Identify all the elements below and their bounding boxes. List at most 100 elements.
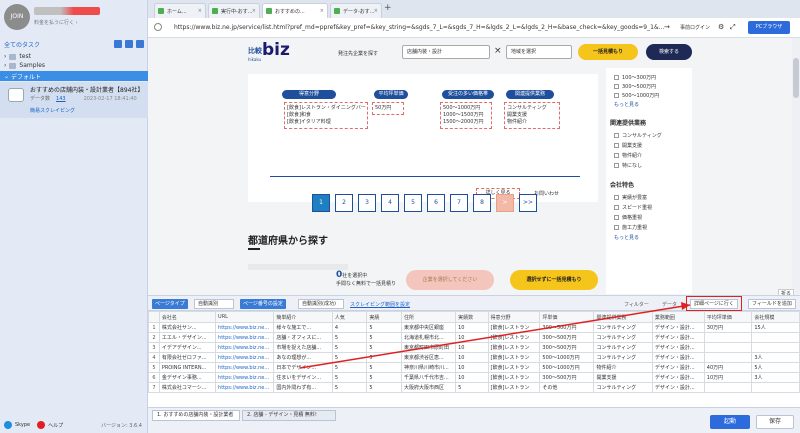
row-number[interactable]: 6 [148,372,160,383]
table-cell[interactable]: [飲食]レストラン [487,352,541,363]
table-cell[interactable]: 5 [366,342,402,353]
table-row[interactable]: 5 PROING INTERN... https://www.biz.ne... 日本… [148,362,800,373]
table-cell[interactable]: 開業支援 [593,372,653,383]
table-cell[interactable]: デザイン・設計... [651,332,705,343]
scrape-range-link[interactable]: スクレイピング範囲を設定 [350,301,410,308]
table-cell[interactable]: PROING INTERN... [158,362,217,373]
table-cell[interactable]: 5 [331,382,368,393]
table-cell[interactable] [703,332,753,343]
table-cell[interactable]: 5 [366,382,402,393]
new-folder-icon[interactable] [125,40,133,48]
table-cell[interactable]: 国内外問わず有... [273,382,333,393]
table-row[interactable]: 4 有限会社ゼロファ... https://www.biz.ne... あなの理想が.… [148,352,800,363]
filter-option[interactable]: 100～300万円 [614,74,656,81]
row-number[interactable]: 3 [148,342,160,353]
page-button[interactable]: 7 [450,194,468,212]
page-button[interactable]: 2 [335,194,353,212]
table-cell[interactable]: 5 [331,332,368,343]
table-cell[interactable]: 千葉県八千代市吉... [400,372,457,383]
table-cell[interactable]: 10 [455,352,489,363]
table-cell[interactable]: [飲食]レストラン [487,382,541,393]
table-cell[interactable]: コンサルティング [593,332,653,343]
table-cell[interactable]: [飲食]レストラン [487,332,541,343]
table-cell[interactable] [703,382,753,393]
table-cell[interactable]: https://www.biz.ne... [215,332,275,343]
tab-home[interactable]: ホーム... × [154,3,206,18]
table-cell[interactable]: 500～1000万円 [539,362,595,373]
close-icon[interactable]: × [320,8,324,14]
site-logo[interactable]: 比較 biz hikaku [248,40,290,62]
table-cell[interactable]: 5 [366,372,402,383]
column-header[interactable]: 平均坪単価 [703,311,753,323]
column-header[interactable]: URL [215,311,275,323]
table-cell[interactable]: 5 [455,382,489,393]
filter-option[interactable]: 500～1000万円 [614,92,659,99]
table-cell[interactable]: 神奈川県川崎市川... [400,362,457,373]
table-cell[interactable]: 株式会社コマーシ... [158,382,217,393]
table-cell[interactable] [703,342,753,353]
column-header[interactable]: 坪単価 [539,311,595,323]
task-tab-2[interactable]: 2. 店舗 - デザイン・見積 無料! [242,410,336,421]
close-icon[interactable]: × [494,46,502,56]
table-cell[interactable]: 物件紹介 [593,362,653,373]
filter-button[interactable]: フィルター [624,301,649,308]
expand-icon[interactable]: ⤢ [730,23,736,32]
table-cell[interactable]: 3人 [751,352,800,363]
task-tab-1[interactable]: 1. おすすめの店舗内装・設計業者 [152,410,240,421]
table-row[interactable]: 7 株式会社コマーシ... https://www.biz.ne... 国内外問わず有… [148,382,800,393]
table-cell[interactable]: https://www.biz.ne... [215,362,275,373]
upgrade-link[interactable]: 料金を払うに行く › [34,19,78,26]
table-cell[interactable]: 大阪府大阪市西区 [400,382,457,393]
column-header[interactable]: 簡単紹介 [273,311,333,323]
table-cell[interactable]: [飲食]レストラン [487,322,541,333]
table-cell[interactable]: 住まいをデザイン... [273,372,333,383]
table-cell[interactable]: 15人 [751,322,800,333]
table-cell[interactable]: 5 [331,342,368,353]
last-page-button[interactable]: >> [519,194,537,212]
all-tasks-title[interactable]: 全てのタスク [4,40,40,49]
estimate-button[interactable]: 一括見積もり [578,44,638,60]
category-select[interactable]: 店舗内装・設計 [402,45,490,59]
table-cell[interactable]: https://www.biz.ne... [215,322,275,333]
table-cell[interactable]: デザイン・設計... [651,362,705,373]
filter-option[interactable]: 特になし [614,162,642,169]
filter-option[interactable]: スピード重視 [614,204,652,211]
close-icon[interactable]: × [374,8,378,14]
data-count-link[interactable]: 143 [56,96,66,102]
table-cell[interactable]: 店舗・オフィスに... [273,332,333,343]
table-cell[interactable]: 金デザイン事務... [158,372,217,383]
data-button[interactable]: データ [662,301,677,308]
pc-browser-button[interactable]: PCブラウザ [748,21,790,34]
page-button[interactable]: 8 [473,194,491,212]
table-cell[interactable]: [飲食]レストラン [487,342,541,353]
arrow-right-icon[interactable]: → [664,23,670,31]
page-button[interactable]: 5 [404,194,422,212]
import-icon[interactable] [136,40,144,48]
column-header[interactable]: 得意分野 [487,311,541,323]
table-cell[interactable]: 30万円 [703,322,753,333]
help-icon[interactable] [37,421,46,429]
row-number[interactable]: 2 [148,332,160,343]
table-row[interactable]: 6 金デザイン事務... https://www.biz.ne... 住まいをデザイン… [148,372,800,383]
table-cell[interactable] [703,352,753,363]
close-icon[interactable]: × [252,8,256,14]
column-header[interactable]: 会社名 [158,311,217,323]
tab-running[interactable]: 実行中-おす... × [208,3,260,18]
folder-test[interactable]: › test [4,53,31,60]
table-cell[interactable]: 5 [331,372,368,383]
avatar[interactable]: JOIN [4,4,30,30]
show-more-link[interactable]: もっと見る [614,101,639,108]
select-company-button[interactable]: 企業を選択してください [406,270,494,290]
table-cell[interactable]: コンサルティング [593,322,653,333]
table-row[interactable]: 2 エエル・デザイン... https://www.biz.ne... 店舗・オフィス… [148,332,800,343]
table-cell[interactable]: 3人 [751,372,800,383]
close-icon[interactable]: × [198,8,202,14]
table-cell[interactable]: 東京都町田市原町田 [400,342,457,353]
page-button[interactable]: 3 [358,194,376,212]
page-turn-select[interactable]: 自動識別(成功) [298,299,344,309]
table-cell[interactable]: 5人 [751,362,800,373]
page-type-select[interactable]: 自動識別 [194,299,234,309]
column-header[interactable]: 人気 [331,311,368,323]
reload-icon[interactable] [154,23,162,31]
show-more-link[interactable]: もっと見る [614,234,639,241]
